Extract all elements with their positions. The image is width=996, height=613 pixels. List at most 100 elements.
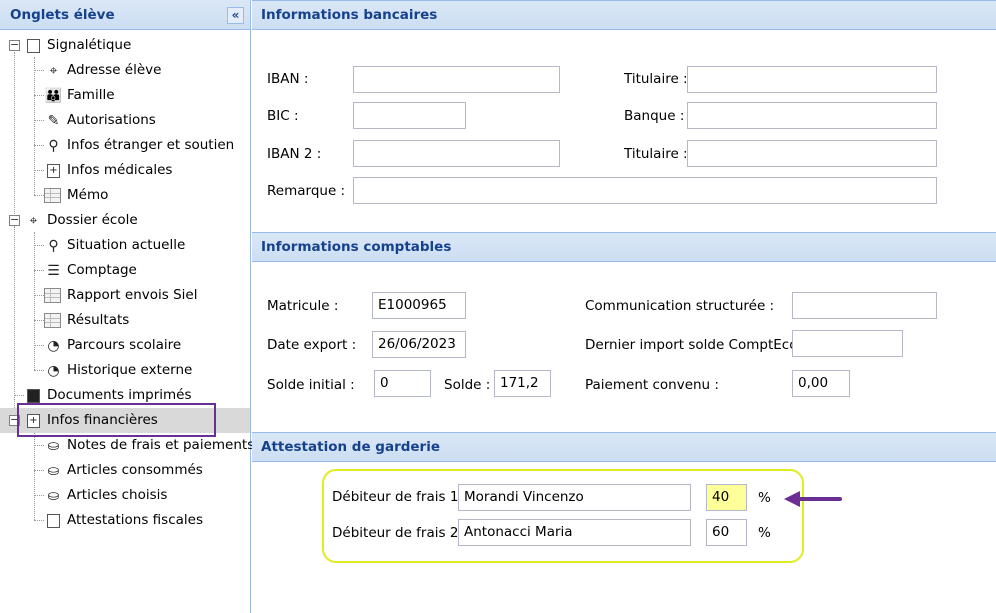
tree-node-label: Articles consommés — [67, 462, 203, 478]
grid-icon — [44, 287, 61, 304]
solde-field[interactable]: 171,2 — [494, 370, 551, 397]
edit-document-icon — [25, 37, 42, 54]
tree-node-rapport-envois-siel[interactable]: Rapport envois Siel — [0, 283, 250, 308]
pencil-icon: ✎ — [47, 112, 60, 129]
bank-section-header: Informations bancaires — [252, 0, 996, 30]
section-title: Informations bancaires — [261, 7, 438, 23]
tree-node-label: Infos médicales — [67, 162, 173, 178]
iban2-label: IBAN 2 : — [267, 146, 322, 162]
tree-node-label: Autorisations — [67, 112, 156, 128]
piggy-bank-icon: ⛀ — [47, 437, 60, 454]
tree-node-dossier-ecole[interactable]: − ⌖ Dossier école — [0, 208, 250, 233]
communication-label: Communication structurée : — [585, 298, 775, 314]
tree-node-adresse-eleve[interactable]: ⌖ Adresse élève — [0, 58, 250, 83]
paiement-convenu-label: Paiement convenu : — [585, 377, 719, 393]
tree-node-label: Infos étranger et soutien — [67, 137, 235, 153]
tree-node-infos-etranger[interactable]: ⚲ Infos étranger et soutien — [0, 133, 250, 158]
edit-document-icon — [45, 512, 62, 529]
tree-node-label: Mémo — [67, 187, 109, 203]
tree-node-notes-de-frais[interactable]: ⛀ Notes de frais et paiements — [0, 433, 255, 458]
banque-label: Banque : — [624, 108, 685, 124]
tree-node-infos-medicales[interactable]: + Infos médicales — [0, 158, 250, 183]
tree-node-articles-choisis[interactable]: ⛀ Articles choisis — [0, 483, 250, 508]
tree-node-label: Dossier école — [47, 212, 138, 228]
debiteur2-field[interactable]: Antonacci Maria — [458, 519, 691, 546]
debiteur2-percent-field[interactable]: 60 — [706, 519, 747, 546]
debiteur1-percent-field[interactable]: 40 — [706, 484, 747, 511]
tree-node-label: Historique externe — [67, 362, 193, 378]
accounting-section-header: Informations comptables — [252, 232, 996, 262]
garderie-section-header: Attestation de garderie — [252, 432, 996, 462]
printed-document-icon — [25, 387, 42, 404]
tree-node-label: Notes de frais et paiements — [67, 437, 255, 453]
tree-node-label: Parcours scolaire — [67, 337, 182, 353]
tree-node-label: Documents imprimés — [47, 387, 192, 403]
debiteur1-field[interactable]: Morandi Vincenzo — [458, 484, 691, 511]
tree-node-comptage[interactable]: ☰ Comptage — [0, 258, 250, 283]
medical-icon: + — [45, 162, 62, 179]
tree-node-label: Signalétique — [47, 37, 132, 53]
titulaire2-field[interactable] — [687, 140, 937, 167]
tree-node-label: Résultats — [67, 312, 130, 328]
piggy-bank-icon: ⛀ — [47, 462, 60, 479]
titulaire-field[interactable] — [687, 66, 937, 93]
tree-node-label: Comptage — [67, 262, 137, 278]
collapse-toggle-icon[interactable]: − — [9, 39, 20, 51]
clock-icon: ◔ — [47, 362, 60, 379]
titulaire2-label: Titulaire : — [624, 146, 688, 162]
collapse-panel-button[interactable]: « — [227, 7, 244, 24]
tree-node-label: Rapport envois Siel — [67, 287, 198, 303]
percent-sign: % — [758, 525, 771, 541]
annotation-arrow-icon — [784, 491, 842, 507]
dernier-import-label: Dernier import solde ComptEco : — [585, 337, 807, 353]
section-title: Attestation de garderie — [261, 439, 440, 455]
map-pin-icon: ⌖ — [29, 212, 38, 229]
matricule-field[interactable]: E1000965 — [372, 292, 466, 319]
student-finance-content: Informations bancaires IBAN : Titulaire … — [252, 0, 996, 613]
debiteur2-label: Débiteur de frais 2 : — [332, 525, 468, 541]
tree-node-historique-externe[interactable]: ◔ Historique externe — [0, 358, 250, 383]
panel-header: Onglets élève « — [0, 0, 250, 30]
iban2-field[interactable] — [353, 140, 560, 167]
banque-field[interactable] — [687, 102, 937, 129]
solde-initial-label: Solde initial : — [267, 377, 355, 393]
tree-node-parcours-scolaire[interactable]: ◔ Parcours scolaire — [0, 333, 250, 358]
tree-node-famille[interactable]: 👪 Famille — [0, 83, 250, 108]
tree-node-signaletique[interactable]: − Signalétique — [0, 33, 250, 58]
tree-node-memo[interactable]: Mémo — [0, 183, 250, 208]
search-icon: ⚲ — [48, 237, 59, 254]
solde-initial-field[interactable]: 0 — [374, 370, 431, 397]
clock-icon: ◔ — [47, 337, 60, 354]
list-icon: ☰ — [47, 262, 60, 279]
debiteur1-label: Débiteur de frais 1 : — [332, 489, 468, 505]
iban-field[interactable] — [353, 66, 560, 93]
matricule-label: Matricule : — [267, 298, 339, 314]
tree-node-label: Situation actuelle — [67, 237, 186, 253]
dernier-import-field[interactable] — [792, 330, 903, 357]
grid-icon — [44, 312, 61, 329]
date-export-label: Date export : — [267, 337, 357, 353]
paiement-convenu-field[interactable]: 0,00 — [792, 370, 850, 397]
tree-node-attestations-fiscales[interactable]: Attestations fiscales — [0, 508, 250, 533]
iban-label: IBAN : — [267, 71, 309, 87]
remarque-label: Remarque : — [267, 183, 346, 199]
tree-node-label: Articles choisis — [67, 487, 168, 503]
selection-highlight-outline — [17, 403, 216, 437]
tree-node-situation-actuelle[interactable]: ⚲ Situation actuelle — [0, 233, 250, 258]
family-icon: 👪 — [44, 87, 63, 104]
bic-field[interactable] — [353, 102, 466, 129]
section-title: Informations comptables — [261, 239, 452, 255]
date-export-field[interactable]: 26/06/2023 — [372, 331, 466, 358]
remarque-field[interactable] — [353, 177, 937, 204]
communication-field[interactable] — [792, 292, 937, 319]
tree-node-label: Adresse élève — [67, 62, 162, 78]
pin-icon: ⚲ — [48, 137, 59, 154]
tree-node-articles-consommes[interactable]: ⛀ Articles consommés — [0, 458, 250, 483]
collapse-toggle-icon[interactable]: − — [9, 214, 20, 226]
titulaire-label: Titulaire : — [624, 71, 688, 87]
tree-node-autorisations[interactable]: ✎ Autorisations — [0, 108, 250, 133]
tree-node-label: Famille — [67, 87, 115, 103]
tree-node-resultats[interactable]: Résultats — [0, 308, 250, 333]
percent-sign: % — [758, 490, 771, 506]
student-tabs-panel: Onglets élève « − Signalétique ⌖ Adresse… — [0, 0, 255, 613]
